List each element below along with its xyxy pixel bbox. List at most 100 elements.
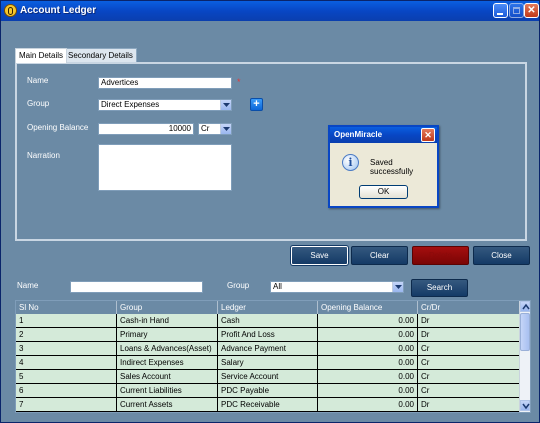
group-label: Group <box>27 99 50 108</box>
cell-ledger: Advance Payment <box>218 342 318 356</box>
ok-button[interactable]: OK <box>359 185 408 199</box>
cell-cr-dr: Dr <box>418 314 520 328</box>
chevron-down-icon[interactable] <box>220 100 231 110</box>
required-marker: * <box>237 77 241 87</box>
message-dialog: OpenMiracle ✕ i Saved successfully OK <box>328 125 439 208</box>
cell-sl-no: 3 <box>16 342 117 356</box>
search-name-field[interactable] <box>70 281 203 293</box>
cell-group: Sales Account <box>117 370 218 384</box>
cell-ledger: PDC Payable <box>218 384 318 398</box>
chevron-up-icon <box>522 303 530 310</box>
account-ledger-window: Account Ledger ✕ Main Details Secondary … <box>0 0 540 423</box>
column-header-opening-balance[interactable]: Opening Balance <box>318 301 418 314</box>
group-select-value: Direct Expenses <box>101 100 160 109</box>
column-header-cr-dr[interactable]: Cr/Dr <box>418 301 520 314</box>
narration-label: Narration <box>27 151 60 160</box>
cell-opening-balance: 0.00 <box>318 370 418 384</box>
search-button[interactable]: Search <box>411 279 468 297</box>
cell-group: Cash-in Hand <box>117 314 218 328</box>
cell-sl-no: 4 <box>16 356 117 370</box>
cell-group: Indirect Expenses <box>117 356 218 370</box>
chevron-down-icon <box>522 403 530 410</box>
dr-cr-value: Cr <box>201 124 210 133</box>
search-group-label: Group <box>227 281 250 290</box>
search-group-value: All <box>273 282 282 291</box>
minimize-icon <box>497 13 503 15</box>
cell-sl-no: 6 <box>16 384 117 398</box>
table-row[interactable]: 7 Current Assets PDC Receivable 0.00 Dr <box>16 398 520 412</box>
cell-opening-balance: 0.00 <box>318 328 418 342</box>
table-row[interactable]: 2 Primary Profit And Loss 0.00 Dr <box>16 328 520 342</box>
narration-textarea[interactable] <box>98 144 232 191</box>
cell-opening-balance: 0.00 <box>318 384 418 398</box>
app-logo-icon <box>4 4 17 17</box>
cell-ledger: Cash <box>218 314 318 328</box>
chevron-down-icon[interactable] <box>220 124 231 134</box>
cell-cr-dr: Cr <box>418 356 520 370</box>
dr-cr-select[interactable]: Cr <box>198 123 232 135</box>
column-header-sl-no[interactable]: Sl No <box>16 301 117 314</box>
cell-cr-dr: Dr <box>418 328 520 342</box>
grid-scrollbar[interactable] <box>519 301 530 412</box>
opening-balance-label: Opening Balance <box>27 123 89 132</box>
cell-sl-no: 5 <box>16 370 117 384</box>
table-row[interactable]: 1 Cash-in Hand Cash 0.00 Dr <box>16 314 520 328</box>
table-row[interactable]: 6 Current Liabilities PDC Payable 0.00 C… <box>16 384 520 398</box>
scroll-up-button[interactable] <box>520 301 530 312</box>
plus-icon: + <box>253 98 260 110</box>
search-group-select[interactable]: All <box>270 281 404 293</box>
close-icon: ✕ <box>424 130 432 140</box>
tab-secondary-details[interactable]: Secondary Details <box>64 48 137 62</box>
cell-sl-no: 2 <box>16 328 117 342</box>
cell-group: Current Assets <box>117 398 218 412</box>
maximize-icon <box>513 7 520 14</box>
close-button[interactable]: Close <box>473 246 530 265</box>
cell-cr-dr: Cr <box>418 370 520 384</box>
cell-opening-balance: 0.00 <box>318 314 418 328</box>
grid-header: Sl No Group Ledger Opening Balance Cr/Dr <box>16 301 520 314</box>
dialog-message: Saved successfully <box>370 158 414 176</box>
add-group-button[interactable]: + <box>250 98 263 111</box>
cell-sl-no: 1 <box>16 314 117 328</box>
delete-button[interactable]: Delete <box>412 246 469 265</box>
cell-group: Current Liabilities <box>117 384 218 398</box>
clear-button[interactable]: Clear <box>351 246 408 265</box>
cell-sl-no: 7 <box>16 398 117 412</box>
scroll-down-button[interactable] <box>520 400 530 411</box>
search-name-label: Name <box>17 281 39 290</box>
cell-cr-dr: Cr <box>418 342 520 356</box>
window-title: Account Ledger <box>20 5 97 16</box>
save-button[interactable]: Save <box>290 245 349 266</box>
cell-opening-balance: 0.00 <box>318 356 418 370</box>
cell-ledger: PDC Receivable <box>218 398 318 412</box>
name-field[interactable]: Advertices <box>98 77 232 89</box>
cell-cr-dr: Dr <box>418 398 520 412</box>
column-header-group[interactable]: Group <box>117 301 218 314</box>
table-row[interactable]: 4 Indirect Expenses Salary 0.00 Cr <box>16 356 520 370</box>
cell-cr-dr: Cr <box>418 384 520 398</box>
name-label: Name <box>27 76 49 85</box>
scroll-thumb[interactable] <box>520 313 530 351</box>
title-bar[interactable]: Account Ledger ✕ <box>1 1 539 21</box>
window-close-button[interactable]: ✕ <box>524 3 539 18</box>
info-icon: i <box>342 154 359 171</box>
opening-balance-field[interactable]: 10000 <box>98 123 194 135</box>
dialog-close-button[interactable]: ✕ <box>421 128 435 142</box>
cell-ledger: Service Account <box>218 370 318 384</box>
table-row[interactable]: 3 Loans & Advances(Asset) Advance Paymen… <box>16 342 520 356</box>
cell-group: Primary <box>117 328 218 342</box>
ledger-grid[interactable]: Sl No Group Ledger Opening Balance Cr/Dr… <box>15 300 531 413</box>
column-header-ledger[interactable]: Ledger <box>218 301 318 314</box>
table-row[interactable]: 5 Sales Account Service Account 0.00 Cr <box>16 370 520 384</box>
cell-ledger: Salary <box>218 356 318 370</box>
chevron-down-icon[interactable] <box>392 282 403 292</box>
group-select[interactable]: Direct Expenses <box>98 99 232 111</box>
maximize-button[interactable] <box>509 3 524 18</box>
close-icon: ✕ <box>527 5 536 16</box>
cell-group: Loans & Advances(Asset) <box>117 342 218 356</box>
main-details-panel <box>15 62 527 241</box>
tab-main-details[interactable]: Main Details <box>15 48 68 63</box>
cell-ledger: Profit And Loss <box>218 328 318 342</box>
cell-opening-balance: 0.00 <box>318 342 418 356</box>
minimize-button[interactable] <box>493 3 508 18</box>
